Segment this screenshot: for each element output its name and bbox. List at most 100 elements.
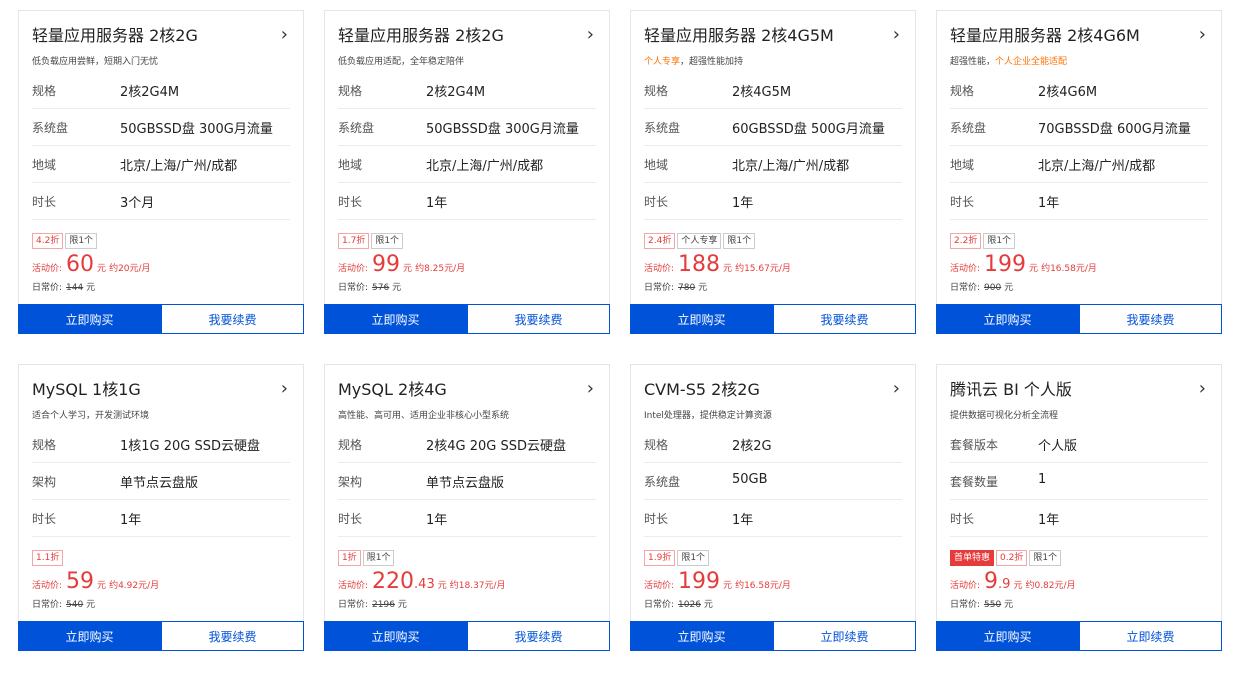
regular-price-label: 日常价: (950, 283, 981, 293)
renew-button[interactable]: 立即续费 (773, 621, 916, 651)
card-header[interactable]: CVM-S5 2核2G › (644, 379, 902, 401)
regular-price-value: 900 (984, 283, 1002, 293)
regular-price-value: 540 (66, 600, 84, 610)
card-header[interactable]: MySQL 2核4G › (338, 379, 596, 401)
chevron-right-icon[interactable]: › (1199, 380, 1206, 398)
buy-now-button[interactable]: 立即购买 (324, 304, 467, 334)
tag-badge: 限1个 (677, 550, 710, 566)
buy-now-button[interactable]: 立即购买 (936, 621, 1079, 651)
renew-button[interactable]: 我要续费 (773, 304, 916, 334)
monthly-price: 约16.58元/月 (735, 581, 791, 591)
price-unit: 元 (437, 581, 447, 591)
price-unit: 元 (97, 581, 107, 591)
spec-row: 时长 1年 (338, 500, 596, 537)
description-text: 个人企业全能适配 (995, 57, 1068, 67)
spec-label: 规格 (32, 84, 57, 98)
price-integer: 9 (984, 569, 999, 594)
activity-price: 活动价: 60 元约20元/月 (32, 253, 151, 277)
chevron-right-icon[interactable]: › (893, 380, 900, 398)
price-integer: 60 (66, 252, 95, 277)
regular-price-label: 日常价: (338, 283, 369, 293)
spec-value: 2核2G (732, 439, 772, 454)
spec-label: 套餐版本 (950, 438, 999, 452)
spec-value: 2核4G5M (732, 85, 792, 100)
activity-price: 活动价: 9.9 元约0.82元/月 (950, 570, 1076, 594)
tag-badge: 1.1折 (32, 550, 64, 566)
card-description: 超强性能，个人企业全能适配 (950, 54, 1067, 67)
buy-now-button[interactable]: 立即购买 (630, 621, 773, 651)
chevron-right-icon[interactable]: › (281, 380, 288, 398)
buy-now-button[interactable]: 立即购买 (936, 304, 1079, 334)
renew-button[interactable]: 我要续费 (467, 621, 610, 651)
chevron-right-icon[interactable]: › (281, 26, 288, 44)
tag-badge: 4.2折 (32, 233, 64, 249)
card-header[interactable]: 轻量应用服务器 2核4G6M › (950, 25, 1208, 47)
card-header[interactable]: 腾讯云 BI 个人版 › (950, 379, 1208, 401)
spec-row: 规格 2核2G4M (338, 72, 596, 109)
spec-row: 系统盘 50GB (644, 463, 902, 500)
description-text: 适合个人学习，开发测试环境 (32, 411, 150, 421)
chevron-right-icon[interactable]: › (587, 26, 594, 44)
spec-row: 架构 单节点云盘版 (32, 463, 290, 500)
chevron-right-icon[interactable]: › (893, 26, 900, 44)
spec-row: 架构 单节点云盘版 (338, 463, 596, 500)
regular-price-label: 日常价: (950, 600, 981, 610)
card-header[interactable]: 轻量应用服务器 2核4G5M › (644, 25, 902, 47)
regular-price-value: 780 (678, 283, 696, 293)
spec-label: 规格 (32, 438, 57, 452)
chevron-right-icon[interactable]: › (1199, 26, 1206, 44)
card-header[interactable]: 轻量应用服务器 2核2G › (32, 25, 290, 47)
buy-now-button[interactable]: 立即购买 (324, 621, 467, 651)
tag-list: 4.2折 限1个 (32, 233, 99, 249)
regular-price: 日常价: 540 元 (32, 597, 95, 610)
spec-label: 时长 (338, 512, 363, 526)
card-title: 轻量应用服务器 2核4G5M (644, 26, 834, 45)
spec-row: 时长 1年 (32, 500, 290, 537)
spec-value: 单节点云盘版 (120, 476, 199, 491)
regular-price-unit: 元 (389, 283, 402, 293)
product-card: MySQL 1核1G › 适合个人学习，开发测试环境规格 1核1G 20G SSD云硬… (18, 364, 304, 651)
price-integer: 199 (984, 252, 1027, 277)
tag-list: 1.1折 (32, 550, 65, 566)
monthly-price: 约20元/月 (109, 264, 151, 274)
card-title: CVM-S5 2核2G (644, 380, 760, 399)
spec-row: 时长 3个月 (32, 183, 290, 220)
description-text: ，超强性能加持 (680, 57, 744, 67)
card-actions: 立即购买 我要续费 (936, 304, 1222, 334)
price-unit: 元 (723, 581, 733, 591)
spec-label: 时长 (950, 512, 975, 526)
description-text: 提供数据可视化分析全流程 (950, 411, 1059, 421)
renew-button[interactable]: 立即续费 (1079, 621, 1222, 651)
spec-value: 北京/上海/广州/成都 (426, 159, 544, 174)
card-header[interactable]: 轻量应用服务器 2核2G › (338, 25, 596, 47)
product-card: 轻量应用服务器 2核4G5M › 个人专享，超强性能加持 规格 2核4G5M 系统盘 60G… (630, 10, 916, 334)
regular-price-unit: 元 (695, 283, 708, 293)
regular-price-value: 550 (984, 600, 1002, 610)
spec-value: 2核4G6M (1038, 85, 1098, 100)
buy-now-button[interactable]: 立即购买 (630, 304, 773, 334)
renew-button[interactable]: 我要续费 (161, 621, 304, 651)
card-title: 腾讯云 BI 个人版 (950, 380, 1072, 399)
spec-label: 规格 (644, 438, 669, 452)
product-card: CVM-S5 2核2G › Intel处理器，提供稳定计算资源 规格 2核2G 系统盘 50… (630, 364, 916, 651)
card-actions: 立即购买 立即续费 (630, 621, 916, 651)
spec-value: 1年 (120, 513, 142, 528)
renew-button[interactable]: 我要续费 (467, 304, 610, 334)
spec-value: 1年 (426, 196, 448, 211)
renew-button[interactable]: 我要续费 (161, 304, 304, 334)
buy-now-button[interactable]: 立即购买 (18, 304, 161, 334)
price-integer: 199 (678, 569, 721, 594)
monthly-price: 约8.25元/月 (415, 264, 466, 274)
card-header[interactable]: MySQL 1核1G › (32, 379, 290, 401)
spec-row: 规格 1核1G 20G SSD云硬盘 (32, 426, 290, 463)
renew-button[interactable]: 我要续费 (1079, 304, 1222, 334)
card-actions: 立即购买 我要续费 (18, 621, 304, 651)
regular-price-unit: 元 (700, 600, 713, 610)
price-integer: 220 (372, 569, 415, 594)
price-decimal: .9 (998, 577, 1011, 592)
buy-now-button[interactable]: 立即购买 (18, 621, 161, 651)
tag-badge: 2.4折 (644, 233, 676, 249)
chevron-right-icon[interactable]: › (587, 380, 594, 398)
tag-badge: 个人专享 (677, 233, 722, 249)
spec-row: 系统盘 50GBSSD盘 300G月流量 (32, 109, 290, 146)
